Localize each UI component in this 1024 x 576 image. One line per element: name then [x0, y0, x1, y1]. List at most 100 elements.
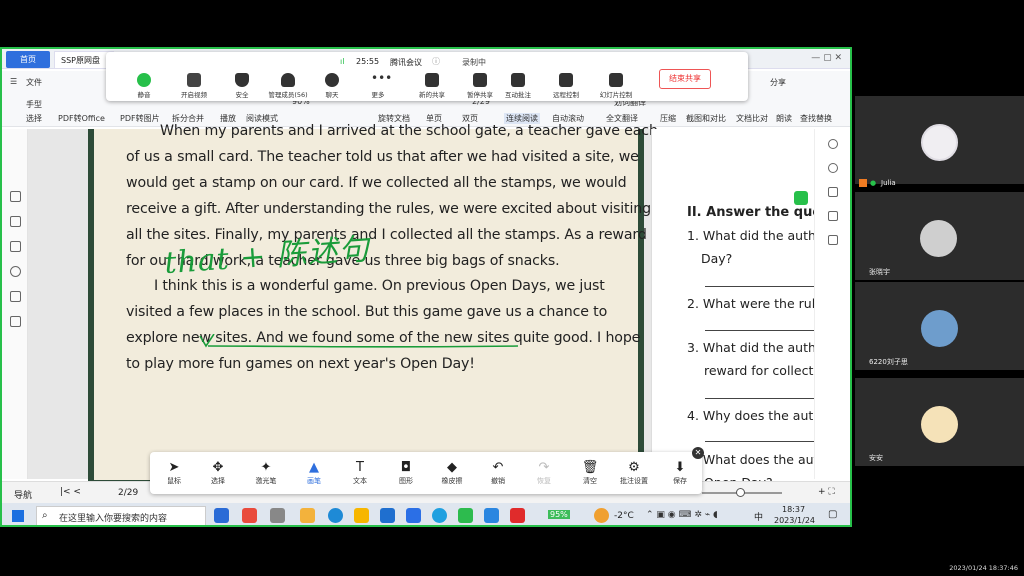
- participant-name: 安安: [869, 454, 883, 462]
- laser-tool-button[interactable]: ✦ 激光笔: [248, 460, 284, 486]
- battery-indicator[interactable]: 95%: [548, 510, 570, 519]
- save-button[interactable]: ⬇ 保存: [662, 460, 698, 486]
- menu-icon[interactable]: ☰: [10, 77, 17, 86]
- wps-icon[interactable]: [510, 508, 525, 523]
- page-nav-arrows-icon[interactable]: |< <: [60, 487, 81, 497]
- ai-badge-icon[interactable]: [794, 191, 808, 205]
- clock-time[interactable]: 18:37: [782, 505, 805, 514]
- clear-button[interactable]: 🗑 清空: [572, 460, 608, 486]
- mute-button[interactable]: 静音: [118, 73, 170, 99]
- app-icon[interactable]: [354, 508, 369, 523]
- recording-status[interactable]: 录制中: [462, 57, 486, 68]
- question-2: 2. What were the rule: [687, 296, 823, 311]
- more-button[interactable]: ••• 更多: [352, 72, 404, 99]
- tray-icons[interactable]: ⌃ ▣ ◉ ⌨ ✲ ⌁ ◖: [646, 510, 718, 520]
- window-controls-icon[interactable]: — ▢ ✕: [811, 53, 842, 63]
- text-icon: T: [356, 460, 364, 475]
- eraser-tool-button[interactable]: ◆ 橡皮擦: [434, 460, 470, 486]
- redo-button[interactable]: ↷ 恢复: [526, 460, 562, 486]
- adjust-icon[interactable]: [828, 187, 838, 197]
- edit-icon[interactable]: [828, 235, 838, 245]
- shape-tool-button[interactable]: ◘ 图形: [388, 460, 424, 486]
- ribbon-compress[interactable]: 压缩: [660, 113, 676, 124]
- start-video-button[interactable]: 开启视频: [168, 73, 220, 99]
- security-button[interactable]: 安全: [216, 73, 268, 99]
- notification-icon[interactable]: ▢: [828, 509, 837, 520]
- attachment-icon[interactable]: [10, 266, 21, 277]
- microphone-icon: [137, 73, 151, 87]
- participant-tile[interactable]: 6220刘子思: [855, 282, 1024, 370]
- user-settings-icon: ⚙: [628, 460, 640, 475]
- remote-control-button[interactable]: 远程控制: [540, 73, 592, 99]
- ime-indicator[interactable]: 中: [754, 510, 763, 523]
- participant-list: ● Julia 张晓宇 6220刘子思 安安: [855, 96, 1024, 486]
- close-annotation-icon[interactable]: ✕: [692, 447, 704, 459]
- mouse-tool-button[interactable]: ➤ 鼠标: [156, 460, 192, 486]
- text-tool-button[interactable]: T 文本: [342, 460, 378, 486]
- nav-label[interactable]: 导航: [14, 488, 32, 501]
- menu-file[interactable]: 文件: [26, 77, 42, 88]
- zoom-slider-handle[interactable]: [736, 488, 745, 497]
- comment-icon[interactable]: [10, 241, 21, 252]
- ribbon-pdf-to-office[interactable]: PDF转Office: [58, 113, 105, 124]
- slides-icon: [609, 73, 623, 87]
- app-icon[interactable]: [214, 508, 229, 523]
- annotate-icon: [511, 73, 525, 87]
- clock-date[interactable]: 2023/1/24: [774, 516, 815, 525]
- annotation-settings-button[interactable]: ⚙ 批注设置: [616, 460, 652, 486]
- passage-line: to play more fun games on next year's Op…: [126, 356, 475, 373]
- app-icon[interactable]: [300, 508, 315, 523]
- hand-tool[interactable]: 手型: [26, 99, 42, 110]
- tab-document[interactable]: SSP原网盘: [54, 51, 114, 68]
- participant-tile[interactable]: 张晓宇: [855, 192, 1024, 280]
- question-3-cont: reward for collecti: [704, 363, 817, 378]
- end-share-button[interactable]: 结束共享: [659, 69, 711, 89]
- ribbon-read-aloud[interactable]: 朗读: [776, 113, 792, 124]
- participant-tile[interactable]: ● Julia: [855, 96, 1024, 187]
- select-tool[interactable]: 选择: [26, 113, 42, 124]
- undo-button[interactable]: ↶ 撤销: [480, 460, 516, 486]
- ribbon-find-replace[interactable]: 查找替换: [800, 113, 832, 124]
- fit-icon[interactable]: + ⛶: [818, 487, 835, 497]
- ribbon-screenshot-compare[interactable]: 截图和对比: [686, 113, 726, 124]
- tools-icon[interactable]: [828, 211, 838, 221]
- annotation-button[interactable]: 互动批注: [492, 73, 544, 99]
- temperature: -2°C: [614, 511, 634, 521]
- weather-icon[interactable]: [594, 508, 609, 523]
- layers-icon[interactable]: [10, 316, 21, 327]
- answer-line: [705, 398, 820, 399]
- share-icon[interactable]: 分享: [770, 77, 786, 88]
- thumbnail-icon[interactable]: [10, 216, 21, 227]
- bookmark-icon[interactable]: [10, 191, 21, 202]
- select-tool-button[interactable]: ✥ 选择: [200, 460, 236, 486]
- tab-home[interactable]: 首页: [6, 51, 50, 68]
- app-icon[interactable]: [270, 508, 285, 523]
- app-icon[interactable]: [484, 508, 499, 523]
- signature-icon[interactable]: [10, 291, 21, 302]
- edge-icon[interactable]: [328, 508, 343, 523]
- download-icon: ⬇: [674, 460, 686, 475]
- status-page[interactable]: 2/29: [118, 488, 138, 498]
- info-icon[interactable]: ⓘ: [432, 56, 440, 67]
- settings-icon[interactable]: [828, 163, 838, 173]
- taskbar-search-box[interactable]: ⌕ 在这里输入你要搜索的内容: [36, 506, 206, 525]
- ribbon-doc-compare[interactable]: 文档比对: [736, 113, 768, 124]
- app-icon[interactable]: [432, 508, 447, 523]
- passage-line: When my parents and I arrived at the sch…: [160, 123, 658, 139]
- new-share-button[interactable]: 新的共享: [406, 73, 458, 99]
- chat-button[interactable]: 聊天: [306, 73, 358, 99]
- windows-start-icon[interactable]: [12, 510, 24, 522]
- wechat-icon[interactable]: [458, 508, 473, 523]
- signal-icon: ıl: [340, 57, 345, 66]
- zoom-icon[interactable]: [828, 139, 838, 149]
- right-toolbar: [814, 129, 850, 479]
- taskbar-search-placeholder: 在这里输入你要搜索的内容: [59, 514, 168, 524]
- app-icon[interactable]: [242, 508, 257, 523]
- participant-tile[interactable]: 安安: [855, 378, 1024, 466]
- pen-tool-button[interactable]: ▲ 画笔: [296, 460, 332, 486]
- answer-line: [705, 441, 820, 442]
- mail-icon[interactable]: [380, 508, 395, 523]
- meeting-duration: 25:55: [356, 57, 380, 66]
- app-icon[interactable]: [406, 508, 421, 523]
- slide-control-button[interactable]: 幻灯片控制: [590, 73, 642, 99]
